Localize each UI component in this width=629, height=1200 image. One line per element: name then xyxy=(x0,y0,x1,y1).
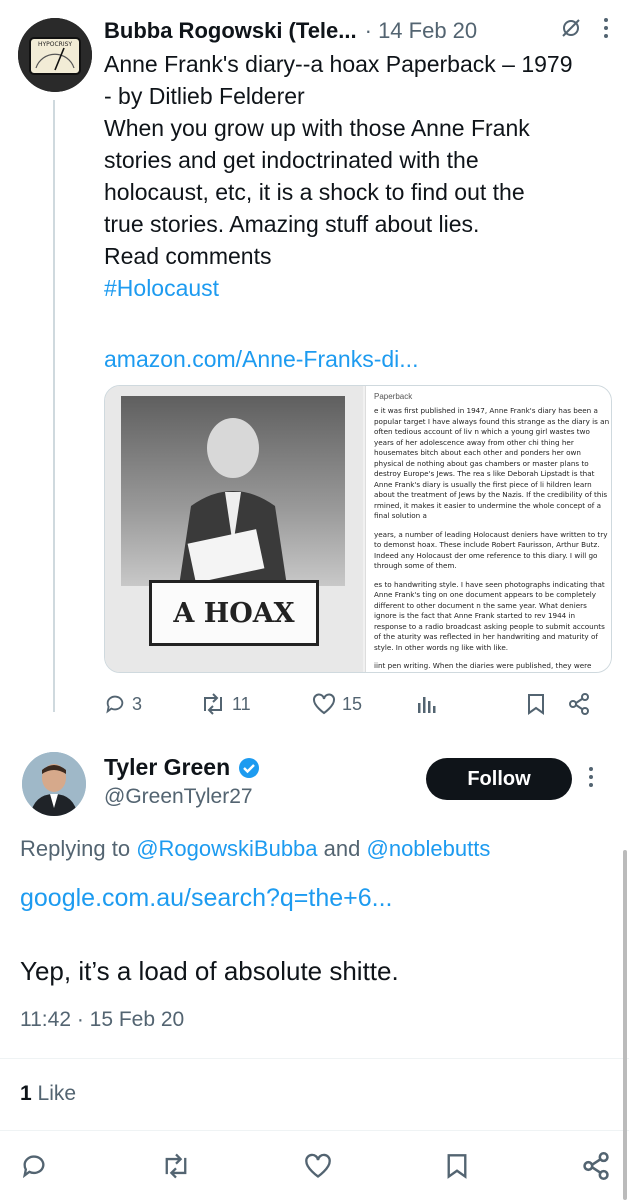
tweet-text-line: stories and get indoctrinated with the xyxy=(104,147,479,173)
profile-photo xyxy=(22,752,86,816)
reply-icon xyxy=(22,1154,45,1178)
verified-badge-icon xyxy=(239,757,260,778)
views-icon xyxy=(418,697,436,713)
thread-connector-line xyxy=(53,100,55,712)
share-button[interactable] xyxy=(582,1151,610,1185)
like-button[interactable] xyxy=(304,1153,332,1184)
retweet-icon xyxy=(204,693,222,715)
follow-button[interactable]: Follow xyxy=(426,758,572,800)
replying-prefix: Replying to xyxy=(20,836,131,861)
grok-icon[interactable] xyxy=(559,16,583,46)
replying-to: Replying to @RogowskiBubba and @noblebut… xyxy=(20,836,490,862)
share-icon xyxy=(569,693,589,715)
share-button[interactable] xyxy=(568,693,590,715)
tweet1-text: Anne Frank's diary--a hoax Paperback – 1… xyxy=(104,48,619,304)
replying-and: and xyxy=(323,836,361,861)
tweet-text-line: Anne Frank's diary--a hoax Paperback – 1… xyxy=(104,51,573,77)
tweet-text: Yep, it’s a load of absolute shitte. xyxy=(20,956,399,986)
scrollbar[interactable] xyxy=(623,850,627,1200)
bookmark-button[interactable] xyxy=(445,1153,469,1184)
divider xyxy=(0,1130,629,1131)
meter-avatar-image: HYPOCRISY xyxy=(18,18,92,92)
reply-button[interactable]: 3 xyxy=(104,693,200,715)
more-options-icon[interactable] xyxy=(588,766,594,793)
bookmark-button[interactable] xyxy=(526,693,568,715)
page-header: Paperback xyxy=(374,392,413,401)
tweet-text-line: Read comments xyxy=(104,243,272,269)
tweet-text-line: holocaust, etc, it is a shock to find ou… xyxy=(104,179,525,205)
tweet-media[interactable]: A HOAX Paperback e it was first publishe… xyxy=(104,385,612,673)
page-text: e it was first published in 1947, Anne F… xyxy=(374,406,610,672)
google-link[interactable]: google.com.au/search?q=the+6... xyxy=(20,884,393,913)
tweet-text-line: When you grow up with those Anne Frank xyxy=(104,115,530,141)
book-page: Paperback e it was first published in 19… xyxy=(365,386,611,672)
likes-count: 1 xyxy=(20,1082,32,1105)
reply-mention-link[interactable]: @noblebutts xyxy=(367,836,491,861)
avatar[interactable] xyxy=(22,752,86,816)
cover-title: A HOAX xyxy=(149,580,319,646)
like-button[interactable]: 15 xyxy=(312,693,416,715)
avatar-label: HYPOCRISY xyxy=(38,41,72,48)
views-button[interactable] xyxy=(416,693,526,715)
tweet-text-line: true stories. Amazing stuff about lies. xyxy=(104,211,480,237)
author-name-row: Tyler Green xyxy=(104,754,260,781)
reply-button[interactable] xyxy=(20,1152,48,1185)
like-count: 15 xyxy=(342,693,363,714)
tweet-date[interactable]: · 14 Feb 20 xyxy=(365,18,478,44)
tweet-timestamp[interactable]: 11:42 · 15 Feb 20 xyxy=(20,1008,184,1032)
more-options-icon[interactable] xyxy=(603,17,609,45)
amazon-link[interactable]: amazon.com/Anne-Franks-di... xyxy=(104,346,418,373)
author-name[interactable]: Bubba Rogowski (Tele... xyxy=(104,18,357,44)
page-paragraph: e it was first published in 1947, Anne F… xyxy=(374,406,610,520)
author-handle[interactable]: @GreenTyler27 xyxy=(104,785,253,809)
reply-count: 3 xyxy=(132,693,143,714)
reply-icon xyxy=(106,695,124,714)
bookmark-icon xyxy=(528,694,544,715)
retweet-button[interactable]: 11 xyxy=(200,693,312,715)
divider xyxy=(0,1058,629,1059)
reply-mention-link[interactable]: @RogowskiBubba xyxy=(136,836,317,861)
book-cover: A HOAX xyxy=(105,386,363,672)
retweet-icon xyxy=(165,1153,187,1178)
cover-photo xyxy=(121,396,345,586)
page-paragraph: es to handwriting style. I have seen pho… xyxy=(374,579,605,652)
tweet2-actions xyxy=(20,1148,610,1188)
hashtag-link[interactable]: #Holocaust xyxy=(104,272,619,304)
tweet1-header: Bubba Rogowski (Tele... · 14 Feb 20 xyxy=(104,14,609,48)
tweet1-actions: 3 11 15 xyxy=(104,684,609,724)
author-name[interactable]: Tyler Green xyxy=(104,754,230,781)
retweet-button[interactable] xyxy=(161,1153,191,1184)
heart-icon xyxy=(313,693,335,715)
page-paragraph: years, a number of leading Holocaust den… xyxy=(374,529,608,571)
tweet-text-line: - by Ditlieb Felderer xyxy=(104,83,305,109)
bookmark-icon xyxy=(447,1153,467,1179)
share-icon xyxy=(583,1151,609,1180)
page-paragraph: iint pen writing. When the diaries were … xyxy=(374,661,600,672)
avatar[interactable]: HYPOCRISY xyxy=(18,18,92,92)
retweet-count: 11 xyxy=(232,693,251,714)
likes-summary[interactable]: 1 Like xyxy=(20,1082,76,1106)
heart-icon xyxy=(305,1153,331,1178)
likes-label: Like xyxy=(37,1082,77,1105)
